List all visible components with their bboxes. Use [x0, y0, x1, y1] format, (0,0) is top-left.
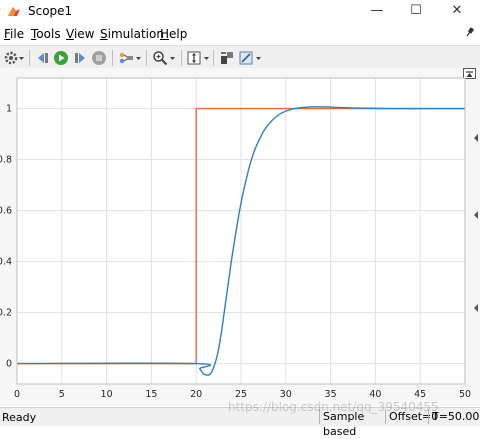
step-forward-icon[interactable]	[72, 50, 88, 66]
y-tick-label: 0.8	[0, 155, 12, 166]
window-title: Scope1	[28, 4, 73, 18]
cursor-measurements-icon[interactable]	[219, 50, 235, 66]
x-tick-label: 35	[325, 389, 337, 400]
menu-simulation-mnemonic: S	[100, 27, 108, 41]
toolbar-separator	[29, 50, 30, 66]
toolbar-separator	[112, 50, 113, 66]
style-dropdown-icon[interactable]	[255, 50, 262, 66]
zoom-icon[interactable]	[152, 50, 168, 66]
run-icon[interactable]	[53, 50, 69, 66]
y-tick-label: 0.6	[0, 206, 12, 217]
menu-help[interactable]: Help	[160, 27, 187, 41]
menu-file[interactable]: File	[4, 27, 24, 41]
y-tick-label: 0	[6, 359, 12, 370]
x-tick-label: 5	[59, 389, 65, 400]
menu-view-label: iew	[73, 27, 95, 41]
minimize-button[interactable]: —	[358, 0, 396, 22]
menu-view-mnemonic: V	[66, 27, 74, 41]
x-tick-label: 50	[459, 389, 471, 400]
x-tick-label: 0	[14, 389, 20, 400]
style-icon[interactable]	[238, 50, 254, 66]
x-tick-label: 10	[101, 389, 113, 400]
toolbar-separator	[181, 50, 182, 66]
y-tick-label: 0.2	[0, 308, 12, 319]
y-tick-label: 1	[6, 104, 12, 115]
menu-bar: File Tools View Simulation Help	[0, 24, 480, 44]
maximize-button[interactable]: ☐	[397, 0, 435, 22]
x-tick-label: 30	[280, 389, 292, 400]
x-tick-label: 20	[190, 389, 202, 400]
settings-icon[interactable]	[3, 50, 19, 66]
highlight-icon[interactable]	[118, 50, 134, 66]
scope-plot[interactable]: 0 5 10 15 20 25 30 35 40 45 50 0 0.2 0.4 0.6 0.8 1	[0, 68, 480, 406]
close-button[interactable]: ✕	[438, 0, 476, 22]
watermark-text: https://blog.csdn.net/qq_39540455	[228, 400, 439, 414]
highlight-dropdown-icon[interactable]	[135, 50, 142, 66]
toolbar-separator	[146, 50, 147, 66]
settings-dropdown-icon[interactable]	[18, 50, 25, 66]
matlab-logo-icon	[8, 7, 20, 16]
x-tick-label: 40	[369, 389, 381, 400]
menu-help-label: elp	[169, 27, 188, 41]
step-back-icon[interactable]	[35, 50, 51, 66]
x-tick-label: 45	[414, 389, 426, 400]
right-edge-handles[interactable]	[474, 134, 478, 312]
y-tick-label: 0.4	[0, 257, 12, 268]
stop-icon[interactable]	[91, 50, 107, 66]
autoscale-dropdown-icon[interactable]	[203, 50, 210, 66]
pin-icon[interactable]	[466, 27, 474, 37]
toolbar	[0, 45, 480, 70]
x-tick-label: 15	[145, 389, 157, 400]
zoom-dropdown-icon[interactable]	[169, 50, 176, 66]
menu-file-label: ile	[10, 27, 25, 41]
status-ready: Ready	[2, 411, 37, 424]
menu-help-mnemonic: H	[160, 27, 170, 41]
menu-simulation[interactable]: Simulation	[100, 27, 164, 41]
title-bar: Scope1 — ☐ ✕	[0, 0, 480, 22]
menu-tools[interactable]: Tools	[31, 27, 61, 41]
toolbar-separator	[213, 50, 214, 66]
menu-view[interactable]: View	[66, 27, 94, 41]
x-tick-label: 25	[235, 389, 247, 400]
autoscale-icon[interactable]	[186, 50, 202, 66]
menu-simulation-label: imulation	[107, 27, 164, 41]
menu-tools-label: ools	[36, 27, 61, 41]
